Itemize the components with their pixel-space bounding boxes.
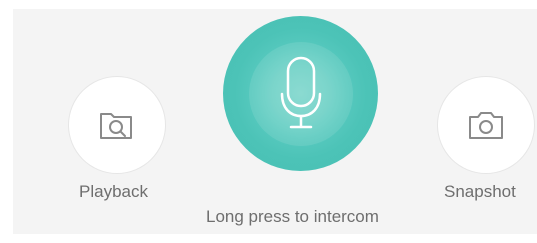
intercom-label: Long press to intercom [206,207,379,226]
snapshot-button[interactable] [438,77,534,173]
playback-button[interactable] [69,77,165,173]
snapshot-label: Snapshot [444,182,516,201]
intercom-button[interactable] [223,16,378,171]
camera-icon [469,112,503,139]
intercom-control-panel: Playback Long press to intercom Snapshot [13,9,537,234]
microphone-icon [280,56,321,128]
folder-search-icon [100,113,132,139]
playback-label: Playback [79,182,148,201]
